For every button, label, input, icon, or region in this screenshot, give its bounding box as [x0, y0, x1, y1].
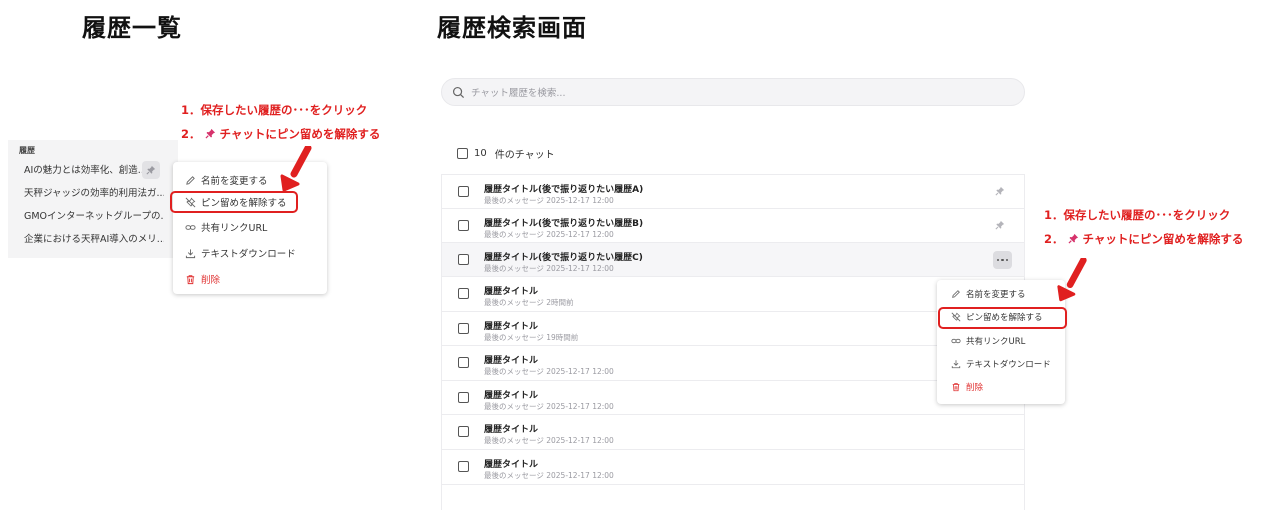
history-sidebar: 履歴 AIの魅力とは効率化、創造... 天秤ジャッジの効率的利用法ガ... GM…: [8, 140, 178, 258]
row-checkbox[interactable]: [458, 426, 469, 437]
sidebar-item[interactable]: 企業における天秤AI導入のメリ...: [24, 231, 164, 249]
download-item[interactable]: テキストダウンロード: [937, 355, 1065, 373]
rename-label: 名前を変更する: [201, 176, 268, 187]
download-item[interactable]: テキストダウンロード: [173, 243, 327, 263]
delete-label: 削除: [966, 383, 984, 393]
link-icon: [185, 224, 196, 230]
delete-item[interactable]: 削除: [173, 269, 327, 289]
table-row[interactable]: 履歴タイトル(後で振り返りたい履歴C) 最後のメッセージ 2025-12-17 …: [442, 242, 1024, 276]
row-checkbox[interactable]: [458, 186, 469, 197]
pin-icon[interactable]: [995, 186, 1005, 196]
search-bar[interactable]: チャット履歴を検索...: [441, 78, 1025, 106]
row-last-message: 最後のメッセージ 2025-12-17 12:00: [484, 436, 614, 445]
row-title: 履歴タイトル: [484, 391, 539, 401]
instruction-step-2: 2． チャットにピン留めを解除する: [1044, 231, 1243, 247]
pencil-icon: [186, 175, 195, 185]
more-options-button[interactable]: [993, 251, 1012, 269]
row-title: 履歴タイトル: [484, 460, 539, 470]
right-heading: 履歴検索画面: [437, 14, 587, 42]
search-placeholder: チャット履歴を検索...: [471, 88, 566, 99]
table-row[interactable]: 履歴タイトル 最後のメッセージ 2025-12-17 12:00: [442, 414, 1024, 448]
instruction-step-2: 2． チャットにピン留めを解除する: [181, 126, 380, 142]
pin-icon: [146, 165, 156, 175]
row-checkbox[interactable]: [458, 461, 469, 472]
red-arrow-icon: [280, 146, 312, 192]
row-last-message: 最後のメッセージ 2025-12-17 12:00: [484, 402, 614, 411]
row-checkbox[interactable]: [458, 392, 469, 403]
row-last-message: 最後のメッセージ 2025-12-17 12:00: [484, 230, 614, 239]
row-checkbox[interactable]: [458, 254, 469, 265]
table-row[interactable]: 履歴タイトル(後で振り返りたい履歴B) 最後のメッセージ 2025-12-17 …: [442, 208, 1024, 242]
context-menu-right: 名前を変更する ピン留めを解除する 共有リンクURL テキストダウンロード 削除: [937, 280, 1065, 404]
row-title: 履歴タイトル(後で振り返りたい履歴C): [484, 253, 643, 263]
instruction-step-2-prefix: 2．: [1044, 232, 1064, 246]
pencil-icon: [952, 290, 960, 298]
chat-count-label: 件のチャット: [494, 150, 555, 161]
sidebar-item[interactable]: GMOインターネットグループの...: [24, 208, 164, 226]
row-last-message: 最後のメッセージ 2025-12-17 12:00: [484, 196, 614, 205]
row-last-message: 最後のメッセージ 2025-12-17 12:00: [484, 264, 614, 273]
rename-item[interactable]: 名前を変更する: [937, 285, 1065, 303]
pushpin-icon: [1068, 233, 1078, 244]
pin-icon[interactable]: [995, 220, 1005, 230]
row-title: 履歴タイトル(後で振り返りたい履歴B): [484, 219, 644, 229]
share-link-label: 共有リンクURL: [966, 337, 1026, 347]
table-row[interactable]: 履歴タイトル 最後のメッセージ 2025-12-17 12:00: [442, 449, 1024, 483]
delete-item[interactable]: 削除: [937, 378, 1065, 396]
row-title: 履歴タイトル: [484, 287, 539, 297]
download-label: テキストダウンロード: [201, 249, 296, 260]
instruction-step-1: 1．保存したい履歴の･･･をクリック: [181, 103, 368, 117]
instruction-step-2-prefix: 2．: [181, 127, 201, 141]
row-title: 履歴タイトル: [484, 356, 539, 366]
download-icon: [185, 248, 196, 258]
delete-label: 削除: [201, 275, 221, 286]
trash-icon: [186, 274, 195, 284]
list-end-divider: [442, 484, 1024, 510]
row-last-message: 最後のメッセージ 19時間前: [484, 333, 579, 342]
row-checkbox[interactable]: [458, 357, 469, 368]
row-title: 履歴タイトル(後で振り返りたい履歴A): [484, 185, 644, 195]
select-all-checkbox[interactable]: [457, 148, 468, 159]
share-link-label: 共有リンクURL: [201, 223, 268, 234]
share-link-item[interactable]: 共有リンクURL: [173, 217, 327, 237]
sidebar-label: 履歴: [19, 146, 35, 155]
pin-button[interactable]: [142, 161, 160, 179]
download-label: テキストダウンロード: [966, 360, 1051, 370]
chat-count-row: 10 件のチャット: [457, 146, 555, 161]
sidebar-item[interactable]: 天秤ジャッジの効率的利用法ガ...: [24, 185, 164, 203]
row-last-message: 最後のメッセージ 2時間前: [484, 298, 574, 307]
share-link-item[interactable]: 共有リンクURL: [937, 332, 1065, 350]
rename-label: 名前を変更する: [966, 290, 1026, 300]
unpin-highlight: [170, 191, 298, 213]
instruction-step-1: 1．保存したい履歴の･･･をクリック: [1044, 208, 1231, 222]
row-last-message: 最後のメッセージ 2025-12-17 12:00: [484, 367, 614, 376]
unpin-highlight: [938, 307, 1067, 329]
row-checkbox[interactable]: [458, 220, 469, 231]
left-heading: 履歴一覧: [82, 14, 182, 42]
instruction-step-2-text: チャットにピン留めを解除する: [1082, 232, 1244, 246]
red-arrow-icon: [1057, 258, 1087, 302]
instruction-step-2-text: チャットにピン留めを解除する: [219, 127, 381, 141]
row-checkbox[interactable]: [458, 323, 469, 334]
chat-count-number: 10: [474, 148, 487, 159]
trash-icon: [952, 383, 960, 392]
row-title: 履歴タイトル: [484, 425, 539, 435]
search-icon: [452, 86, 465, 98]
pushpin-icon: [205, 128, 215, 139]
link-icon: [951, 338, 961, 344]
table-row[interactable]: 履歴タイトル(後で振り返りたい履歴A) 最後のメッセージ 2025-12-17 …: [442, 174, 1024, 208]
row-checkbox[interactable]: [458, 288, 469, 299]
row-last-message: 最後のメッセージ 2025-12-17 12:00: [484, 471, 614, 480]
row-title: 履歴タイトル: [484, 322, 539, 332]
download-icon: [951, 360, 961, 369]
